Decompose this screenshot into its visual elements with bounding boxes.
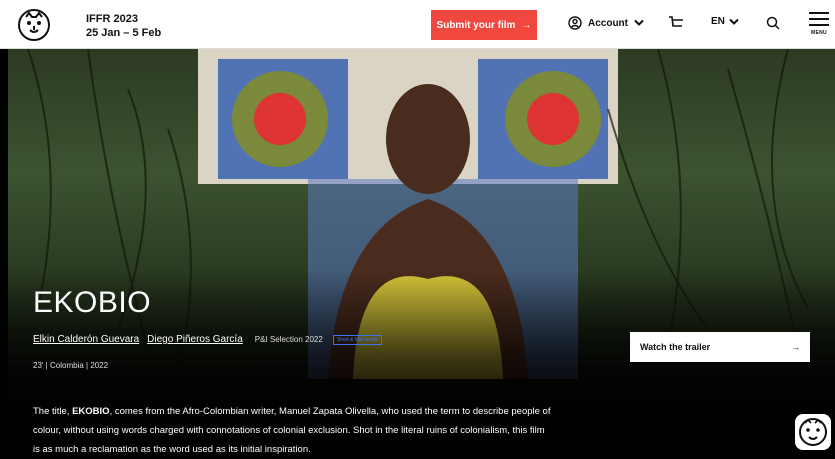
watch-trailer-button[interactable]: Watch the trailer →	[630, 332, 810, 362]
watch-trailer-label: Watch the trailer	[640, 342, 711, 352]
arrow-right-icon: →	[791, 342, 800, 352]
language-label: EN	[711, 16, 725, 27]
film-credits: Elkin Calderón Guevara Diego Piñeros Gar…	[33, 334, 383, 345]
selection-label: P&I Selection 2022	[254, 335, 323, 344]
director-link-1[interactable]: Elkin Calderón Guevara	[33, 334, 139, 345]
language-selector[interactable]: EN	[711, 16, 739, 27]
film-country: Colombia	[49, 361, 84, 370]
film-year: 2022	[90, 361, 109, 370]
hero-film-still	[8, 49, 835, 459]
chevron-down-icon	[729, 18, 739, 25]
section-tag[interactable]: Short & Mid-length	[332, 334, 383, 345]
film-description: The title, EKOBIO, comes from the Afro-C…	[33, 402, 553, 459]
description-prefix: The title,	[33, 406, 73, 417]
iffr-tiger-logo-icon[interactable]	[17, 8, 51, 42]
festival-name: IFFR 2023	[86, 13, 138, 25]
film-title: EKOBIO	[33, 286, 152, 319]
cart-button[interactable]	[668, 15, 684, 36]
film-duration: 23'	[33, 361, 44, 370]
arrow-right-icon: →	[521, 19, 532, 31]
menu-label: MENU	[811, 30, 827, 36]
chevron-down-icon	[634, 19, 644, 26]
submit-film-label: Submit your film	[436, 19, 516, 31]
user-circle-icon	[568, 16, 582, 30]
submit-film-button[interactable]: Submit your film →	[431, 10, 537, 40]
description-body: , comes from the Afro-Colombian writer, …	[33, 406, 551, 455]
director-link-2[interactable]: Diego Piñeros García	[147, 334, 243, 345]
cart-icon	[669, 16, 683, 27]
account-label: Account	[588, 17, 628, 29]
account-menu[interactable]: Account	[568, 16, 644, 30]
festival-dates: 25 Jan – 5 Feb	[86, 27, 162, 39]
hamburger-menu-icon[interactable]: MENU	[808, 12, 830, 36]
festival-info: IFFR 2023 25 Jan – 5 Feb	[86, 12, 161, 40]
description-title: EKOBIO	[72, 406, 110, 417]
film-meta: 23' | Colombia | 2022	[33, 361, 109, 370]
search-button[interactable]	[766, 16, 780, 35]
iffr-tiger-logo-icon[interactable]	[795, 414, 831, 450]
search-icon	[766, 16, 780, 30]
site-header: IFFR 2023 25 Jan – 5 Feb Submit your fil…	[0, 0, 835, 49]
